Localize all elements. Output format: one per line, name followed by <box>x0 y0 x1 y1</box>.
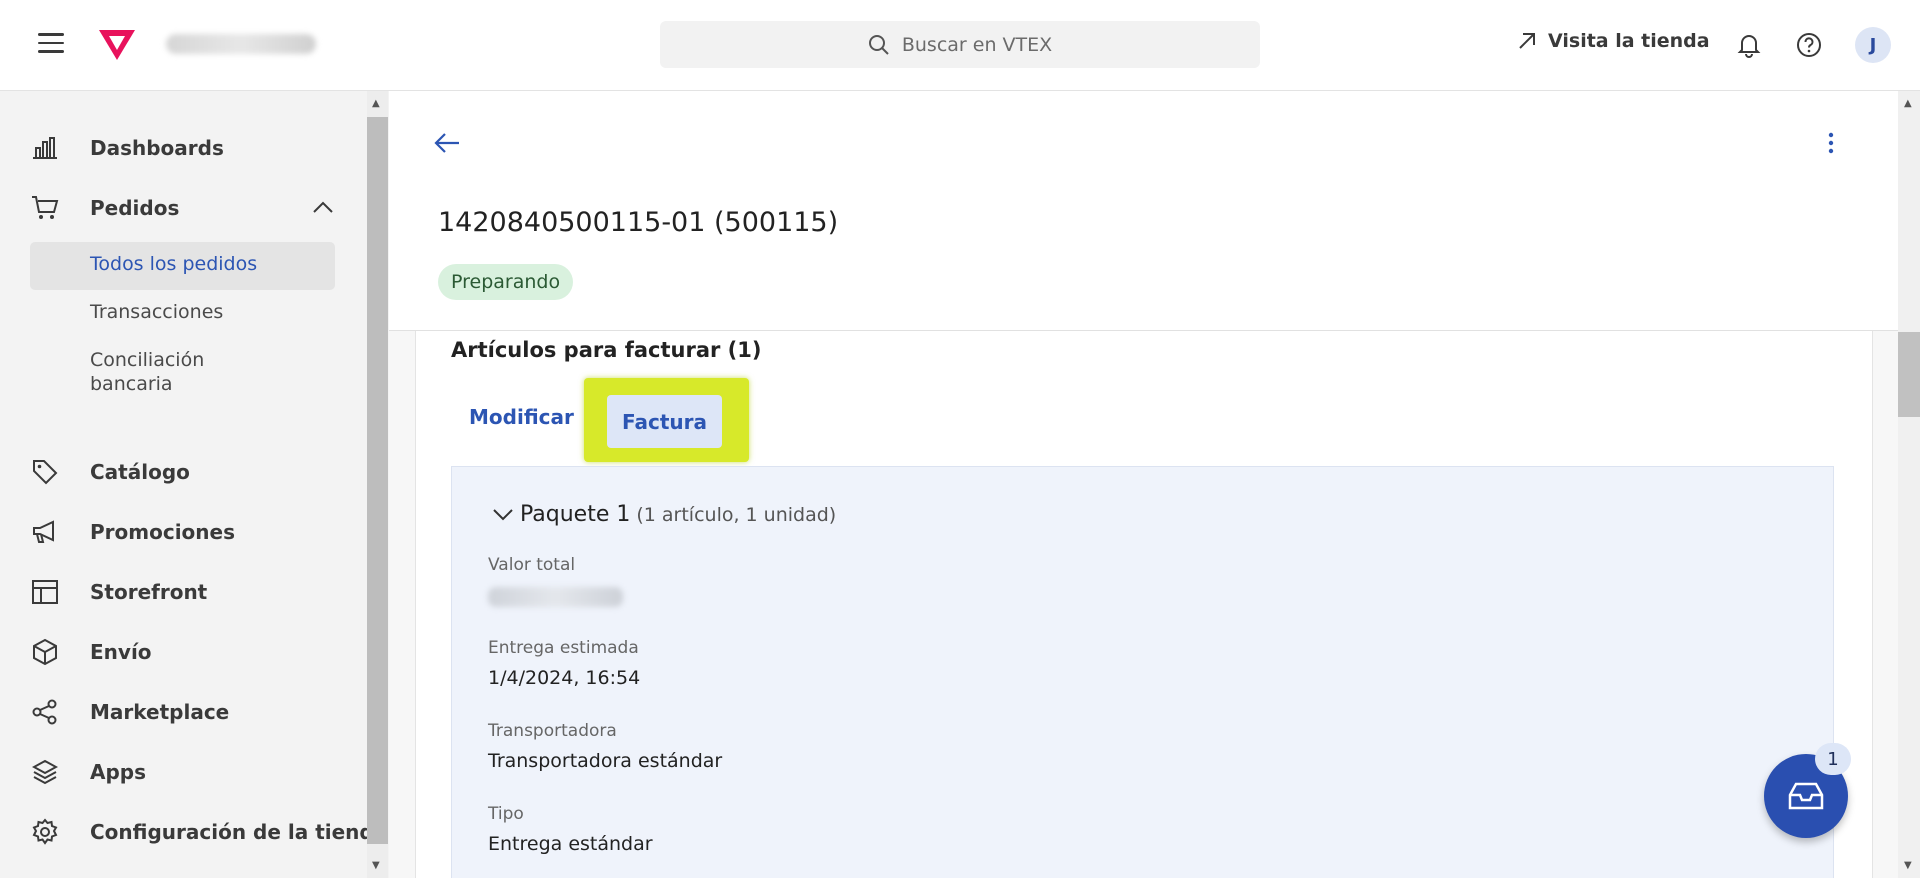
section-title: Artículos para facturar (1) <box>451 338 762 362</box>
sidebar-item-dashboards[interactable]: Dashboards <box>30 133 224 163</box>
type-label: Tipo <box>488 804 524 824</box>
sidebar-item-label: Promociones <box>90 520 235 544</box>
visit-store-label: Visita la tienda <box>1548 30 1710 52</box>
sidebar-item-label: Envío <box>90 640 152 664</box>
page-title: 1420840500115-01 (500115) <box>438 207 839 238</box>
sidebar-item-promociones[interactable]: Promociones <box>30 517 235 547</box>
sidebar-subitem-todos-los-pedidos[interactable]: Todos los pedidos <box>90 253 257 275</box>
avatar[interactable]: J <box>1855 27 1891 63</box>
search-placeholder: Buscar en VTEX <box>901 33 1053 56</box>
package-meta: (1 artículo, 1 unidad) <box>636 503 837 526</box>
estimated-delivery-value: 1/4/2024, 16:54 <box>488 667 641 689</box>
sidebar-item-label: Dashboards <box>90 136 224 160</box>
sidebar-item-storefront[interactable]: Storefront <box>30 577 207 607</box>
chevron-down-icon <box>493 508 513 520</box>
estimated-delivery-label: Entrega estimada <box>488 638 639 658</box>
sidebar-item-catalogo[interactable]: Catálogo <box>30 457 190 487</box>
back-arrow-icon[interactable] <box>433 131 461 155</box>
sidebar-subitem-bancaria[interactable]: bancaria <box>90 373 173 395</box>
menu-icon[interactable] <box>38 33 64 53</box>
main-scrollbar-thumb[interactable] <box>1898 332 1920 417</box>
sidebar-item-apps[interactable]: Apps <box>30 757 146 787</box>
scroll-up-arrow-icon[interactable]: ▲ <box>372 98 380 109</box>
arrow-up-right-icon <box>1519 33 1535 49</box>
top-bar: Buscar en VTEX Visita la tienda J <box>0 0 1920 91</box>
visit-store-link[interactable]: Visita la tienda <box>1516 30 1710 52</box>
sidebar-item-marketplace[interactable]: Marketplace <box>30 697 229 727</box>
gear-icon <box>32 818 58 845</box>
search-icon <box>868 34 889 55</box>
package-title: Paquete 1 <box>520 502 631 527</box>
carrier-value: Transportadora estándar <box>488 750 723 772</box>
sidebar-item-label: Configuración de la tienda <box>90 820 388 844</box>
more-options-icon[interactable] <box>1825 131 1837 155</box>
status-badge: Preparando <box>438 264 574 300</box>
package-toggle[interactable]: Paquete 1 (1 artículo, 1 unidad) <box>492 502 836 527</box>
sidebar-item-configuracion[interactable]: Configuración de la tienda <box>30 817 387 847</box>
sidebar-item-label: Pedidos <box>90 196 180 220</box>
megaphone-icon <box>33 520 54 543</box>
account-name-blurred <box>166 34 316 54</box>
main-scrollbar[interactable] <box>1898 91 1920 878</box>
bar-chart-icon <box>33 137 57 159</box>
layers-icon <box>32 759 58 785</box>
sidebar-item-envio[interactable]: Envío <box>30 637 152 667</box>
tag-icon <box>33 460 58 485</box>
invoice-button[interactable]: Factura <box>607 395 722 448</box>
vtex-logo-icon[interactable] <box>97 28 137 62</box>
layout-icon <box>32 580 58 604</box>
cart-icon <box>32 196 59 219</box>
sidebar-item-label: Apps <box>90 760 147 784</box>
total-value-label: Valor total <box>488 555 576 575</box>
sidebar-scrollbar-thumb[interactable] <box>367 117 388 844</box>
box-icon <box>33 638 57 666</box>
type-value: Entrega estándar <box>488 833 653 855</box>
bell-icon[interactable] <box>1735 31 1763 59</box>
sidebar-subitem-conciliacion[interactable]: Conciliación <box>90 349 204 371</box>
scroll-down-arrow-icon[interactable]: ▼ <box>1904 860 1912 871</box>
modify-button[interactable]: Modificar <box>469 405 574 429</box>
carrier-label: Transportadora <box>488 721 617 741</box>
sidebar-item-pedidos[interactable]: Pedidos <box>30 193 179 223</box>
scroll-down-arrow-icon[interactable]: ▼ <box>372 860 380 871</box>
help-icon[interactable] <box>1795 31 1823 59</box>
sidebar-item-label: Marketplace <box>90 700 230 724</box>
chevron-up-icon[interactable] <box>312 200 334 214</box>
share-icon <box>32 699 57 725</box>
sidebar-item-label: Catálogo <box>90 460 190 484</box>
notification-count-badge: 1 <box>1815 743 1851 775</box>
sidebar-item-label: Storefront <box>90 580 208 604</box>
package-panel <box>451 466 1834 878</box>
total-value-blurred <box>488 587 623 607</box>
sidebar-subitem-transacciones[interactable]: Transacciones <box>90 301 223 323</box>
inbox-tray-icon <box>1788 782 1824 810</box>
scroll-up-arrow-icon[interactable]: ▲ <box>1904 98 1912 109</box>
search-input[interactable]: Buscar en VTEX <box>660 21 1260 68</box>
